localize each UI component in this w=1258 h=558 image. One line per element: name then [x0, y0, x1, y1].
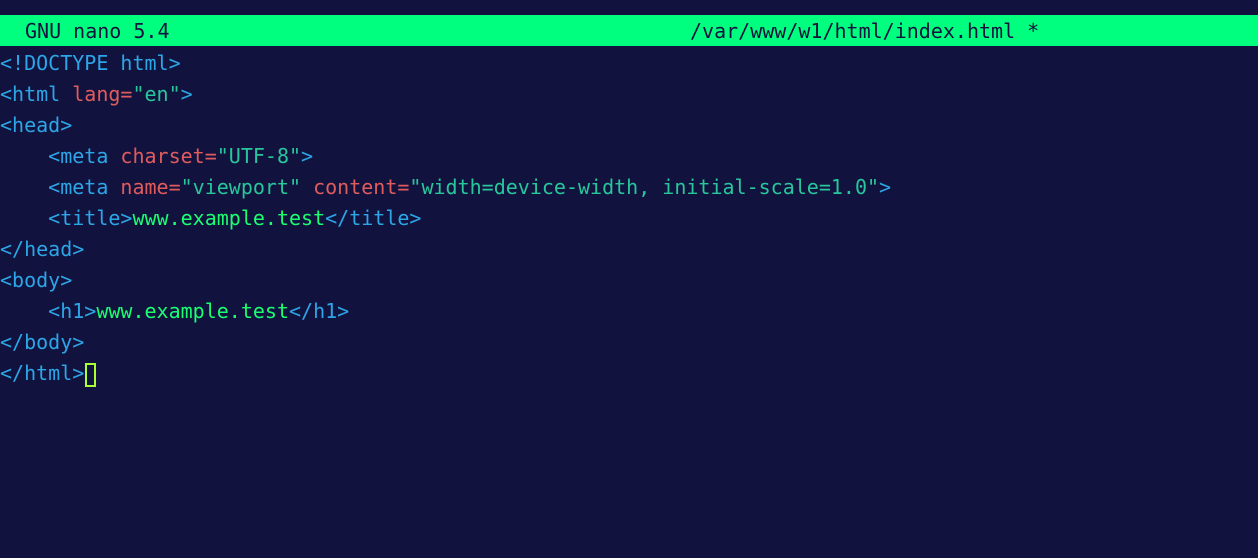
code-token: <head> — [0, 113, 73, 137]
code-token: <html — [0, 82, 73, 106]
code-token: www.example.test — [132, 206, 326, 230]
nano-title-bar: GNU nano 5.4 /var/www/w1/html/index.html… — [0, 15, 1258, 46]
code-token: </html> — [0, 361, 85, 385]
code-line[interactable]: <meta charset="UTF-8"> — [0, 141, 1258, 172]
code-line[interactable]: <title>www.example.test</title> — [0, 203, 1258, 234]
code-line[interactable]: </html> — [0, 358, 1258, 389]
code-line[interactable]: <h1>www.example.test</h1> — [0, 296, 1258, 327]
code-token: "width=device-width, initial-scale=1.0" — [409, 175, 880, 199]
code-token: <meta — [48, 144, 121, 168]
code-token: <h1> — [48, 299, 97, 323]
code-token: name= — [120, 175, 181, 199]
code-token: </title> — [325, 206, 422, 230]
editor-version-label: GNU nano 5.4 — [25, 19, 170, 43]
code-token: </h1> — [289, 299, 350, 323]
code-token: <title> — [48, 206, 133, 230]
modified-indicator: * — [1027, 19, 1040, 43]
code-token: > — [180, 82, 193, 106]
code-token: charset= — [120, 144, 217, 168]
code-token: "UTF-8" — [216, 144, 302, 168]
file-path: /var/www/w1/html/index.html — [690, 19, 1016, 43]
code-line[interactable]: <body> — [0, 265, 1258, 296]
code-token: content= — [313, 175, 410, 199]
code-line[interactable]: <head> — [0, 110, 1258, 141]
code-line[interactable]: <html lang="en"> — [0, 79, 1258, 110]
file-path-label: /var/www/w1/html/index.html * — [690, 20, 1039, 42]
code-line[interactable]: </head> — [0, 234, 1258, 265]
code-token: lang= — [72, 82, 133, 106]
code-line[interactable]: <meta name="viewport" content="width=dev… — [0, 172, 1258, 203]
code-line[interactable]: </body> — [0, 327, 1258, 358]
code-token: > — [879, 175, 892, 199]
code-line[interactable]: <!DOCTYPE html> — [0, 48, 1258, 79]
code-token: "en" — [132, 82, 181, 106]
editor-text-area[interactable]: <!DOCTYPE html> <html lang="en"> <head> <m… — [0, 48, 1258, 389]
text-cursor — [85, 362, 97, 387]
code-token: <body> — [0, 268, 73, 292]
code-token: <meta — [48, 175, 121, 199]
code-token: </head> — [0, 237, 85, 261]
code-token: > — [301, 144, 314, 168]
code-token: <!DOCTYPE html> — [0, 51, 181, 75]
code-token: "viewport" — [180, 175, 314, 199]
code-token: </body> — [0, 330, 85, 354]
code-token: www.example.test — [96, 299, 289, 323]
